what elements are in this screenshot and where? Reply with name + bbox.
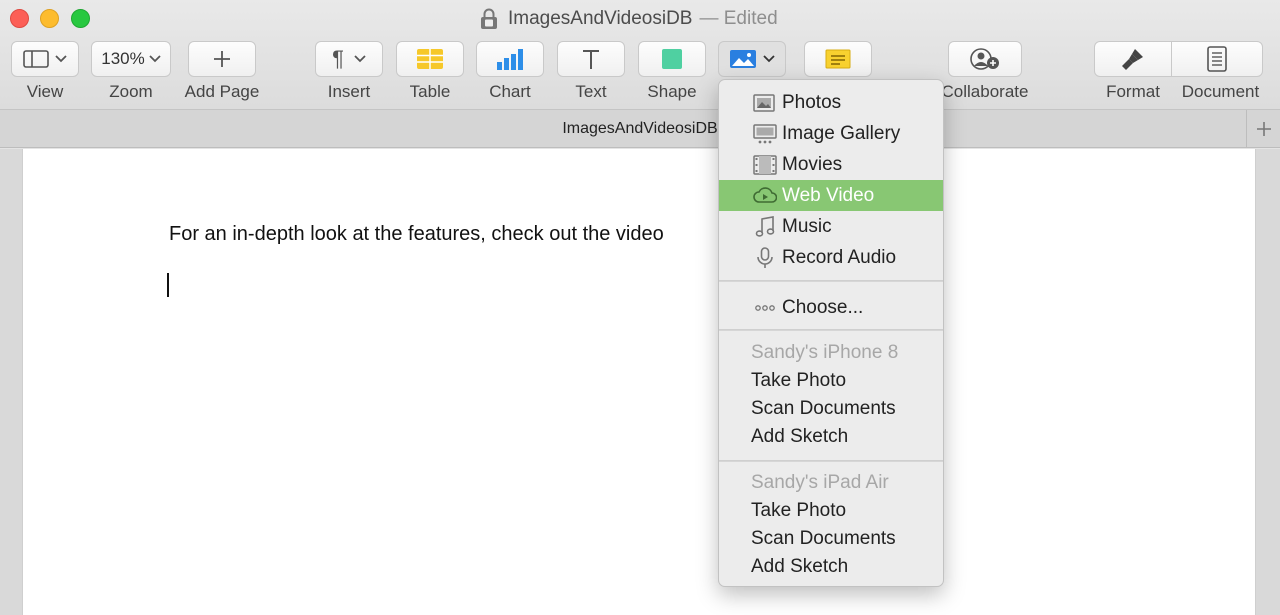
comment-note-icon (825, 49, 851, 69)
add-page-label: Add Page (184, 82, 260, 101)
text-label: Text (575, 82, 607, 101)
bar-chart-icon (497, 49, 523, 70)
menu-separator (719, 329, 943, 331)
image-gallery-icon (753, 124, 777, 144)
document-label: Document (1181, 82, 1260, 101)
format-button[interactable] (1094, 41, 1172, 77)
edited-status: — Edited (699, 8, 778, 29)
web-video-icon (753, 187, 777, 203)
menu-item-web-video[interactable]: Web Video (719, 180, 943, 211)
document-icon (1207, 46, 1227, 72)
chevron-down-icon (149, 55, 161, 63)
menu-item-scan-documents[interactable]: Scan Documents (751, 528, 896, 550)
comment-button[interactable] (804, 41, 872, 77)
chevron-down-icon (55, 55, 67, 63)
table-icon (417, 49, 443, 69)
photos-icon (753, 94, 775, 112)
menu-item-record-audio[interactable]: Record Audio (719, 242, 943, 273)
format-label: Format (1106, 82, 1160, 101)
zoom-window-button[interactable] (71, 9, 90, 28)
zoom-menu[interactable]: 130% (91, 41, 171, 77)
chevron-down-icon (763, 55, 775, 63)
shape-label: Shape (647, 82, 697, 101)
text-cursor (167, 273, 169, 297)
chart-button[interactable] (476, 41, 544, 77)
shape-icon (662, 49, 682, 69)
menu-item-take-photo[interactable]: Take Photo (751, 500, 846, 522)
menu-item-photos[interactable]: Photos (719, 87, 943, 118)
shape-button[interactable] (638, 41, 706, 77)
chevron-down-icon (354, 55, 366, 63)
menu-item-image-gallery[interactable]: Image Gallery (719, 118, 943, 149)
music-icon (755, 216, 775, 237)
collaborate-button[interactable] (948, 41, 1022, 77)
table-label: Table (409, 82, 451, 101)
document-canvas: For an in-depth look at the features, ch… (0, 149, 1280, 615)
close-window-button[interactable] (10, 9, 29, 28)
view-button[interactable] (11, 41, 79, 77)
plus-icon (214, 51, 230, 67)
menu-item-take-photo[interactable]: Take Photo (751, 370, 846, 392)
microphone-icon (757, 247, 773, 268)
plus-icon (1256, 122, 1271, 136)
minimize-window-button[interactable] (40, 9, 59, 28)
movies-icon (753, 155, 777, 175)
menu-item-movies[interactable]: Movies (719, 149, 943, 180)
zoom-value: 130% (101, 49, 145, 68)
tab-bar: ImagesAndVideosiDB (0, 110, 1280, 148)
text-icon (583, 50, 599, 69)
text-button[interactable] (557, 41, 625, 77)
menu-item-add-sketch[interactable]: Add Sketch (751, 426, 848, 448)
media-icon (730, 50, 756, 68)
insert-label: Insert (327, 82, 371, 101)
lock-icon (481, 8, 497, 29)
view-label: View (26, 82, 64, 101)
paintbrush-icon (1122, 49, 1143, 70)
new-tab-button[interactable] (1246, 110, 1280, 148)
media-dropdown-menu: Photos Image Gallery Movies Web Video Mu… (718, 79, 944, 587)
body-text[interactable]: For an in-depth look at the features, ch… (169, 223, 664, 246)
insert-button[interactable]: ¶ (315, 41, 383, 77)
device-header-iphone: Sandy's iPhone 8 (751, 342, 899, 363)
more-icon (755, 305, 775, 311)
window-title: ImagesAndVideosiDB — Edited (480, 6, 778, 32)
document-page[interactable]: For an in-depth look at the features, ch… (22, 149, 1256, 615)
media-button[interactable] (718, 41, 786, 77)
table-button[interactable] (396, 41, 464, 77)
menu-item-choose[interactable]: Choose... (719, 292, 943, 323)
menu-separator (719, 460, 943, 462)
device-header-ipad: Sandy's iPad Air (751, 472, 889, 493)
document-button[interactable] (1171, 41, 1263, 77)
menu-item-music[interactable]: Music (719, 211, 943, 242)
window-titlebar: ImagesAndVideosiDB — Edited View 130% Zo… (0, 0, 1280, 110)
zoom-label: Zoom (109, 82, 153, 101)
sidebar-icon (23, 50, 49, 68)
menu-item-scan-documents[interactable]: Scan Documents (751, 398, 896, 420)
paragraph-icon: ¶ (332, 46, 344, 71)
chart-label: Chart (489, 82, 531, 101)
menu-separator (719, 280, 943, 282)
document-name: ImagesAndVideosiDB (508, 8, 693, 29)
collaborate-icon (970, 48, 999, 70)
menu-item-add-sketch[interactable]: Add Sketch (751, 556, 848, 578)
tab-document[interactable]: ImagesAndVideosiDB (0, 110, 1280, 148)
add-page-button[interactable] (188, 41, 256, 77)
collaborate-label: Collaborate (941, 82, 1029, 101)
